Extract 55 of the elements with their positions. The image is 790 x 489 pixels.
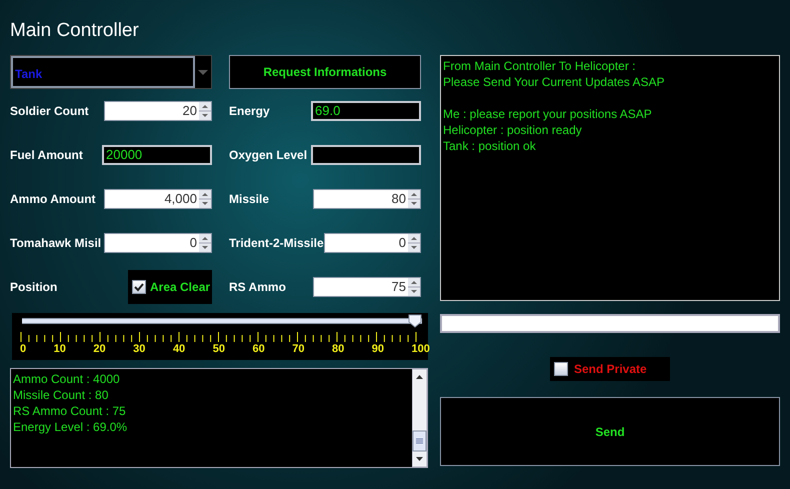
tick-label: 10 <box>54 343 66 355</box>
spinner-arrows-icon[interactable] <box>408 278 420 296</box>
spinner-arrows-icon[interactable] <box>408 190 420 208</box>
spinner-arrows-icon[interactable] <box>408 234 420 252</box>
text-field[interactable]: 69.0 <box>311 101 421 121</box>
window-title: Main Controller <box>10 20 140 43</box>
spinner-field[interactable]: 0 <box>324 233 421 253</box>
tick-label: 60 <box>252 343 265 355</box>
log-line: Energy Level : 69.0% <box>13 419 128 435</box>
tick-label: 70 <box>292 343 304 355</box>
spinner-field[interactable]: 80 <box>313 189 421 209</box>
tick-label: 40 <box>172 343 186 355</box>
field-label: Missile <box>229 192 270 206</box>
chat-line: From Main Controller To Helicopter : <box>443 58 637 74</box>
private-checkbox[interactable]: Send Private <box>550 357 670 381</box>
tick-label: 90 <box>372 343 384 355</box>
chat-line: Tank : position ok <box>443 138 537 154</box>
spinner-field[interactable]: 4,000 <box>104 189 212 209</box>
text-field[interactable] <box>311 145 421 165</box>
log-line: RS Ammo Count : 75 <box>13 403 127 419</box>
send-button[interactable]: Send <box>440 397 780 466</box>
caret-icon <box>198 70 208 74</box>
chat-line: Me : please report your positions ASAP <box>443 106 653 122</box>
log-line: Ammo Count : 4000 <box>13 371 121 387</box>
field-label: Position <box>10 280 58 294</box>
message-input[interactable] <box>440 314 780 333</box>
spinner-arrows-icon[interactable] <box>199 190 211 208</box>
field-label: Oxygen Level <box>229 148 308 162</box>
spinner-field[interactable]: 20 <box>104 101 212 121</box>
field-label: Soldier Count <box>10 104 89 118</box>
tick-label: 80 <box>332 343 344 355</box>
spinner-field[interactable]: 75 <box>313 277 421 297</box>
spinner-field[interactable]: 0 <box>104 233 212 253</box>
chat-line: Please Send Your Current Updates ASAP <box>443 74 666 90</box>
spinner-arrows-icon[interactable] <box>199 102 211 120</box>
field-label: Tomahawk Misil <box>10 236 102 250</box>
field-label: Energy <box>229 104 270 118</box>
tick-label: 50 <box>212 343 225 355</box>
tick-label: 20 <box>93 343 106 355</box>
log-line: Missile Count : 80 <box>13 387 110 403</box>
field-label: Trident-2-Missile <box>229 236 324 250</box>
spinner-arrows-icon[interactable] <box>199 234 211 252</box>
tick-label: 100 <box>412 343 430 355</box>
field-label: Fuel Amount <box>10 148 83 162</box>
field-label: Ammo Amount <box>10 192 96 206</box>
text-field[interactable]: 20000 <box>102 145 212 165</box>
area-checkbox[interactable]: Area Clear <box>128 270 212 304</box>
check-icon <box>134 282 144 292</box>
request-button[interactable]: Request Informations <box>229 55 421 89</box>
chat-line: Helicopter : position ready <box>443 122 583 138</box>
tick-label: 0 <box>20 343 26 355</box>
field-label: RS Ammo <box>229 280 286 294</box>
tick-label: 30 <box>133 343 146 355</box>
slider-thumb[interactable] <box>408 314 422 328</box>
scrollbar[interactable] <box>412 369 427 467</box>
